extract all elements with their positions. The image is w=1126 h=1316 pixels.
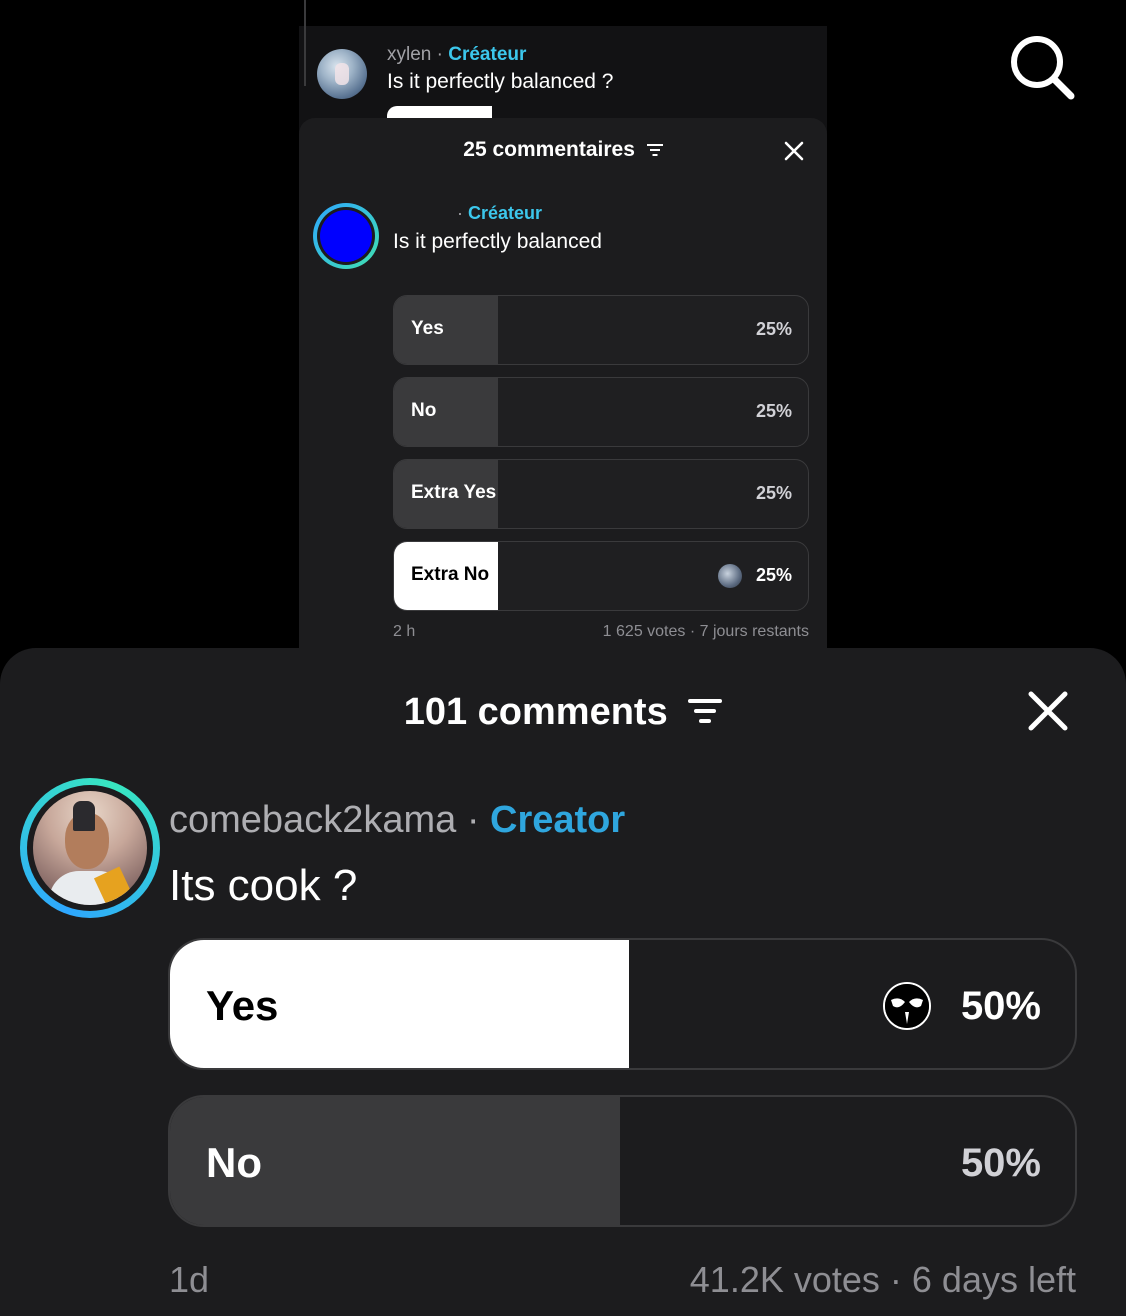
votes-info: 41.2K votes · 6 days left <box>689 1259 1076 1300</box>
inner-top-creator-badge: Créateur <box>448 44 527 65</box>
inner-votes-info: 1 625 votes · 7 jours restants <box>602 623 809 640</box>
inner-poll-question: Is it perfectly balanced <box>393 230 602 253</box>
comments-sheet: 101 comments comeback2kama · Creator Its… <box>0 648 1126 1316</box>
option-label: Extra Yes <box>411 482 497 503</box>
inner-creator-meta: · Créateur <box>457 203 543 223</box>
poll-question: Its cook ? <box>169 861 358 910</box>
inner-peek-option <box>387 106 492 118</box>
close-icon[interactable] <box>783 140 805 162</box>
avatar-fill <box>320 210 372 262</box>
option-label: Extra No <box>411 564 490 585</box>
filter-icon[interactable] <box>646 143 663 157</box>
inner-creator-badge: Créateur <box>468 203 543 223</box>
comment-meta: comeback2kama · Creator <box>169 799 626 841</box>
inner-poll-option-selected[interactable]: Extra No 25% <box>393 541 809 611</box>
option-label: Yes <box>411 318 444 339</box>
option-fill <box>394 378 498 446</box>
search-icon[interactable] <box>1005 30 1079 104</box>
close-icon[interactable] <box>1027 690 1069 732</box>
poll-option-yes[interactable]: Yes 50% <box>168 938 1077 1070</box>
embedded-screenshot: xylen · Créateur Is it perfectly balance… <box>299 26 827 648</box>
comment-count: 101 comments <box>403 691 668 733</box>
option-percent: 25% <box>755 565 792 585</box>
inner-top-avatar[interactable] <box>317 49 367 99</box>
inner-top-meta: xylen · Créateur <box>387 44 527 65</box>
inner-comments-sheet: 25 commentaires · Créateur Is it perfect… <box>299 118 827 648</box>
voter-avatar <box>718 564 742 588</box>
avatar-image <box>33 791 147 905</box>
sheet-header: 101 comments <box>0 690 1126 734</box>
inner-comment-count: 25 commentaires <box>463 138 635 161</box>
inner-poll-option[interactable]: Extra Yes 25% <box>393 459 809 529</box>
option-label: No <box>206 1139 262 1186</box>
option-percent: 50% <box>960 1141 1041 1185</box>
inner-poll-option[interactable]: Yes 25% <box>393 295 809 365</box>
creator-badge: Creator <box>490 799 626 841</box>
inner-top-question: Is it perfectly balanced ? <box>387 70 614 93</box>
divider <box>304 0 306 86</box>
avatar[interactable] <box>20 778 160 918</box>
username[interactable]: comeback2kama <box>169 799 456 841</box>
inner-poll-option[interactable]: No 25% <box>393 377 809 447</box>
time-ago: 1d <box>169 1259 210 1300</box>
inner-time-ago: 2 h <box>393 623 416 640</box>
poll-option-no[interactable]: No 50% <box>168 1095 1077 1227</box>
option-percent: 25% <box>755 401 792 421</box>
option-percent: 50% <box>960 984 1041 1028</box>
option-label: No <box>411 400 437 421</box>
option-label: Yes <box>206 982 279 1029</box>
inner-creator-avatar[interactable] <box>313 203 379 269</box>
option-percent: 25% <box>755 483 792 503</box>
inner-top-username[interactable]: xylen <box>387 44 431 65</box>
filter-icon[interactable] <box>688 697 723 725</box>
voter-avatar <box>883 982 931 1030</box>
option-percent: 25% <box>755 319 792 339</box>
inner-sheet-header: 25 commentaires <box>299 138 827 162</box>
option-fill <box>394 296 498 364</box>
